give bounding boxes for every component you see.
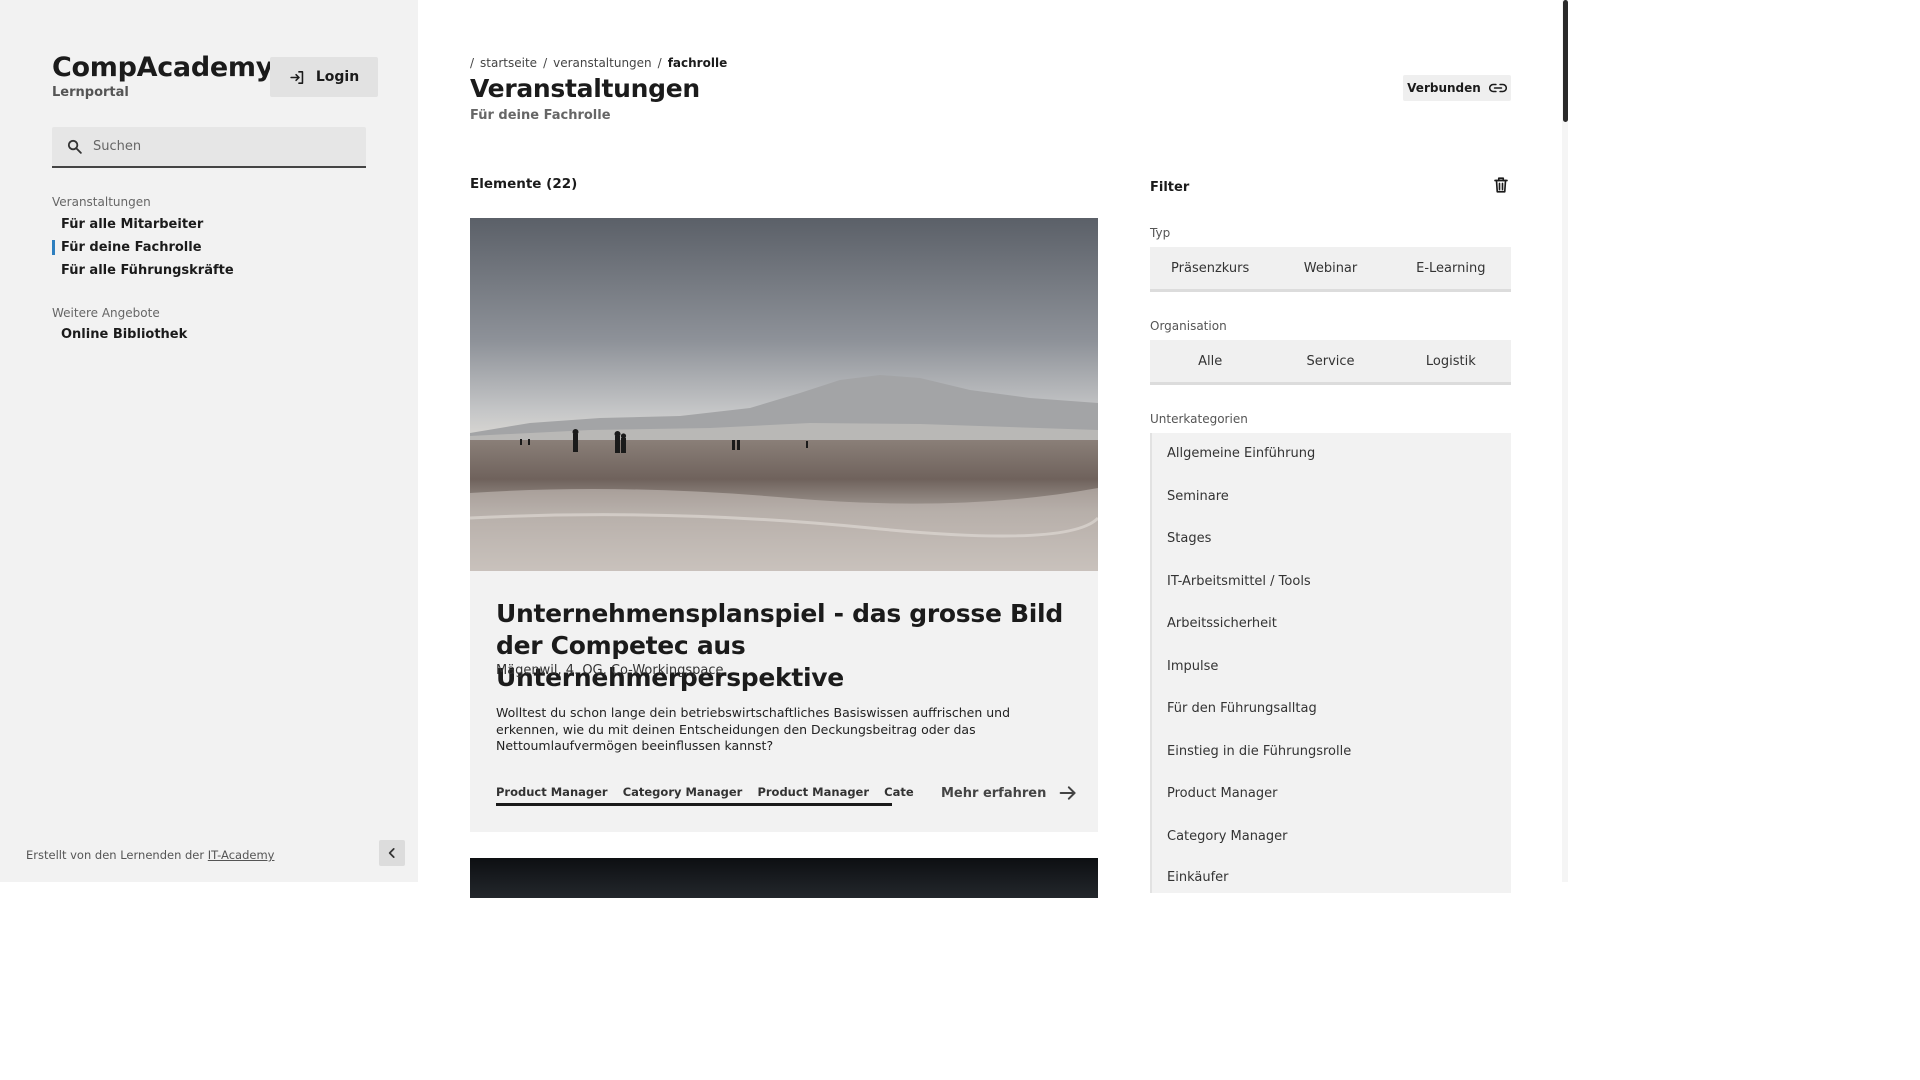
filter-option-alle[interactable]: Alle <box>1150 340 1270 382</box>
breadcrumb: / startseite / veranstaltungen / fachrol… <box>470 56 728 70</box>
arrow-right-icon <box>1059 786 1076 800</box>
sidebar: CompAcademy Lernportal Login Veranstaltu… <box>0 0 418 882</box>
breadcrumb-item-current: fachrolle <box>667 56 728 70</box>
subcategory-item[interactable]: Category Manager <box>1167 829 1288 844</box>
event-tag: Category Manager <box>884 785 914 799</box>
footer-link-it-academy[interactable]: IT-Academy <box>208 848 275 862</box>
filter-option-praesenzkurs[interactable]: Präsenzkurs <box>1150 247 1270 289</box>
filter-label-typ: Typ <box>1150 226 1171 240</box>
more-info-link[interactable]: Mehr erfahren <box>941 784 1078 802</box>
login-label: Login <box>315 69 360 85</box>
search-input[interactable] <box>93 139 333 154</box>
breadcrumb-item-startseite[interactable]: startseite <box>480 56 537 70</box>
filter-option-e-learning[interactable]: E-Learning <box>1391 247 1511 289</box>
filter-title: Filter <box>1150 180 1190 195</box>
collapse-sidebar-button[interactable] <box>379 840 405 866</box>
footer-text: Erstellt von den Lernenden der <box>26 848 205 862</box>
event-title[interactable]: Unternehmensplanspiel - das grosse Bild … <box>496 598 1086 694</box>
brand: CompAcademy Lernportal <box>52 52 273 100</box>
breadcrumb-item-veranstaltungen[interactable]: veranstaltungen <box>553 56 652 70</box>
event-description: Wolltest du schon lange dein betriebswir… <box>496 705 1011 753</box>
subcategory-item[interactable]: Für den Führungsalltag <box>1167 701 1317 716</box>
filter-label-organisation: Organisation <box>1150 319 1227 333</box>
brand-subtitle: Lernportal <box>52 85 129 100</box>
subcategory-item[interactable]: Arbeitssicherheit <box>1167 616 1277 631</box>
tags-scroll-indicator <box>496 803 892 806</box>
nav-item-online-bibliothek[interactable]: Online Bibliothek <box>61 327 187 342</box>
subcategory-item[interactable]: Einstieg in die Führungsrolle <box>1167 744 1351 759</box>
page-title: Veranstaltungen <box>470 74 700 103</box>
login-button[interactable]: Login <box>270 57 378 97</box>
filter-option-logistik[interactable]: Logistik <box>1391 340 1511 382</box>
subcategory-item[interactable]: Impulse <box>1167 659 1218 674</box>
subcategory-item[interactable]: Einkäufer <box>1167 870 1229 885</box>
nav-item-fuehrungskraefte[interactable]: Für alle Führungskräfte <box>61 263 234 278</box>
search-box[interactable] <box>52 127 366 168</box>
subcategory-item[interactable]: IT-Arbeitsmittel / Tools <box>1167 574 1311 589</box>
subcategory-item[interactable]: Stages <box>1167 531 1211 546</box>
nav-item-alle-mitarbeiter[interactable]: Für alle Mitarbeiter <box>61 217 203 232</box>
sidebar-footer: Erstellt von den Lernenden der IT-Academ… <box>26 848 274 862</box>
event-tag: Product Manager <box>496 785 608 799</box>
page-scrollbar-track[interactable] <box>1562 0 1568 882</box>
nav-active-indicator <box>52 240 55 255</box>
trash-icon[interactable] <box>1492 176 1510 194</box>
filter-organisation-group: Alle Service Logistik <box>1150 340 1511 385</box>
page-subtitle: Für deine Fachrolle <box>470 108 611 123</box>
link-icon <box>1488 83 1507 93</box>
subcategory-list: Allgemeine Einführung Seminare Stages IT… <box>1150 433 1511 893</box>
event-image <box>470 218 1098 571</box>
subcategory-item[interactable]: Allgemeine Einführung <box>1167 446 1315 461</box>
subcategory-item[interactable]: Product Manager <box>1167 786 1277 801</box>
nav-group-label-weitere-angebote: Weitere Angebote <box>52 306 160 320</box>
event-card-next-image[interactable] <box>470 858 1098 898</box>
filter-option-webinar[interactable]: Webinar <box>1270 247 1390 289</box>
brand-title: CompAcademy <box>52 52 274 83</box>
subcategory-item[interactable]: Seminare <box>1167 489 1229 504</box>
page-scrollbar-thumb[interactable] <box>1563 0 1568 122</box>
filter-option-service[interactable]: Service <box>1270 340 1390 382</box>
connected-label: Verbunden <box>1407 81 1481 95</box>
event-tag: Category Manager <box>622 785 743 799</box>
event-tag: Product Manager <box>757 785 870 799</box>
nav-item-fachrolle[interactable]: Für deine Fachrolle <box>61 240 202 255</box>
chevron-left-icon <box>388 848 395 858</box>
elements-count: Elemente (22) <box>470 176 578 192</box>
search-icon <box>67 139 82 154</box>
nav-group-label-veranstaltungen: Veranstaltungen <box>52 195 151 209</box>
event-card[interactable]: Unternehmensplanspiel - das grosse Bild … <box>470 218 1098 832</box>
filter-typ-group: Präsenzkurs Webinar E-Learning <box>1150 247 1511 292</box>
login-icon <box>290 70 304 84</box>
connected-button[interactable]: Verbunden <box>1403 75 1511 101</box>
more-info-label: Mehr erfahren <box>941 785 1047 801</box>
event-location: Mägenwil, 4. OG, Co-Workingspace <box>496 663 724 678</box>
filter-label-unterkategorien: Unterkategorien <box>1150 412 1248 426</box>
